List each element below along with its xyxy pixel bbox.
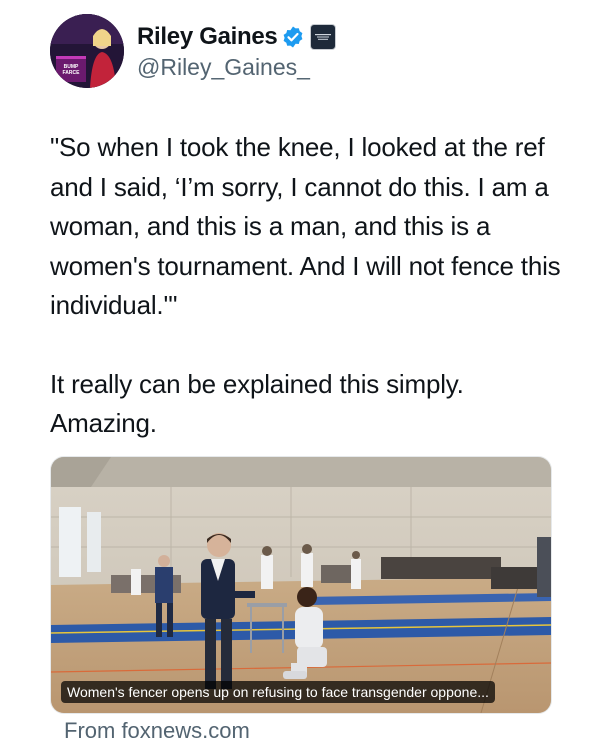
tweet-comment-paragraph: It really can be explained this simply. … [50,368,464,439]
tweet-quote-paragraph: "So when I took the knee, I looked at th… [50,132,561,320]
link-card[interactable]: Women's fencer opens up on refusing to f… [50,456,552,714]
user-handle[interactable]: @Riley_Gaines_ [137,54,336,81]
affiliate-badge-icon[interactable] [310,23,337,50]
avatar-sign-text: BUMP FARCE [62,64,80,76]
tweet-text: "So when I took the knee, I looked at th… [50,128,570,444]
verified-badge-icon [281,25,305,49]
tweet-header: BUMP FARCE Riley Gaines @Riley_Gaines_ [50,14,337,88]
link-card-caption: Women's fencer opens up on refusing to f… [61,681,495,703]
avatar[interactable]: BUMP FARCE [50,14,124,88]
display-name[interactable]: Riley Gaines [137,23,278,51]
link-card-image [51,457,551,713]
link-source[interactable]: From foxnews.com [64,718,250,744]
